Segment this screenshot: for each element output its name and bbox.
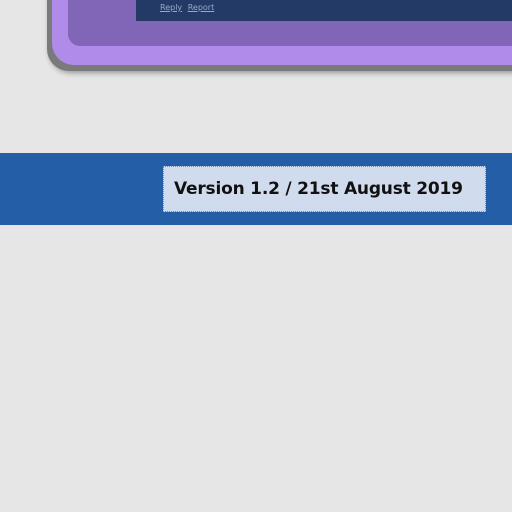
version-label: Version 1.2 / 21st August 2019 [174, 179, 463, 199]
comment-actions: Reply Report [160, 3, 217, 12]
version-box: Version 1.2 / 21st August 2019 [163, 166, 486, 212]
report-link[interactable]: Report [188, 3, 215, 12]
page: Reply Report Version 1.2 / 21st August 2… [0, 0, 512, 512]
reply-link[interactable]: Reply [160, 3, 182, 12]
